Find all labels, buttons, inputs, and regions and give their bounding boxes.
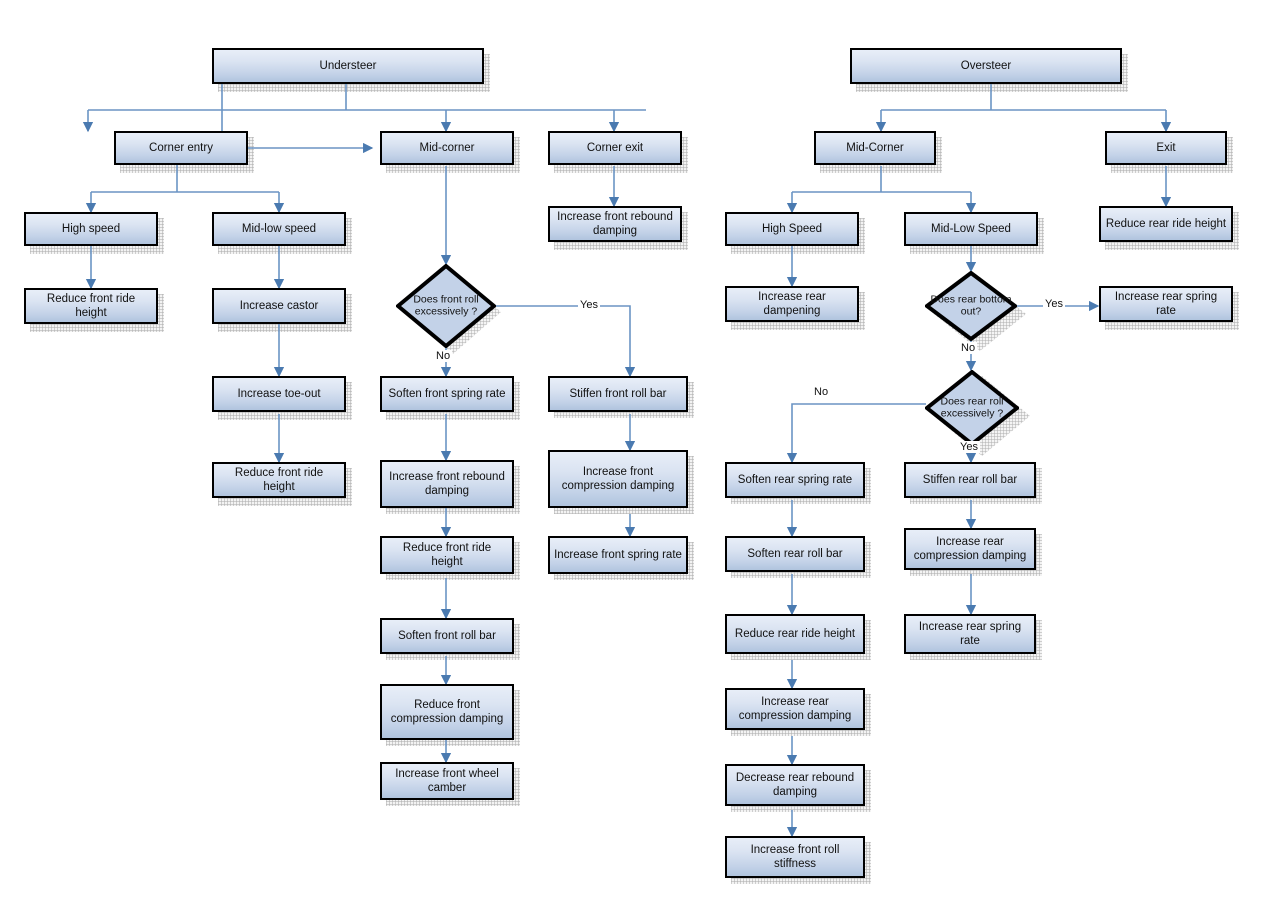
decision-rear-bottom-out[interactable]: Does rear bottom out? bbox=[925, 271, 1017, 341]
node-label: Increase rear spring rate bbox=[918, 620, 1022, 647]
diamond-shape bbox=[396, 264, 496, 348]
node-label: Increase front rebound damping bbox=[389, 470, 505, 497]
node-label: Corner exit bbox=[586, 141, 644, 154]
node-label: Corner entry bbox=[149, 141, 213, 154]
node-reduce-front-ride-height-2[interactable]: Reduce front ride height bbox=[212, 462, 346, 498]
node-high-speed[interactable]: High speed bbox=[24, 212, 158, 246]
decision-rear-roll[interactable]: Does rear roll excessively ? bbox=[925, 370, 1019, 446]
node-increase-rear-compression-damping-2[interactable]: Increase rear compression damping bbox=[904, 528, 1036, 570]
node-oversteer[interactable]: Oversteer bbox=[850, 48, 1122, 84]
node-increase-rear-spring-rate-2[interactable]: Increase rear spring rate bbox=[904, 614, 1036, 654]
node-label: Soften rear spring rate bbox=[737, 473, 853, 486]
node-label: Increase rear dampening bbox=[758, 290, 826, 317]
node-reduce-front-ride-height-3[interactable]: Reduce front ride height bbox=[380, 536, 514, 574]
node-label: Stiffen rear roll bar bbox=[922, 473, 1018, 486]
edge-label-yes: Yes bbox=[958, 441, 980, 453]
diamond-shape bbox=[925, 271, 1017, 341]
edge-label-no: No bbox=[434, 350, 453, 362]
node-reduce-front-compression-damping[interactable]: Reduce front compression damping bbox=[380, 684, 514, 740]
node-label: Mid-corner bbox=[419, 141, 475, 154]
node-increase-rear-spring-rate-yes[interactable]: Increase rear spring rate bbox=[1099, 286, 1233, 322]
node-soften-rear-roll-bar[interactable]: Soften rear roll bar bbox=[725, 536, 865, 572]
node-increase-front-rebound-damping-exit[interactable]: Increase front rebound damping bbox=[548, 206, 682, 242]
node-label: Soften front roll bar bbox=[398, 629, 496, 642]
node-label: Reduce front ride height bbox=[46, 292, 136, 319]
node-corner-entry[interactable]: Corner entry bbox=[114, 131, 248, 165]
node-label: Increase front roll stiffness bbox=[750, 843, 840, 870]
edge-label-yes: Yes bbox=[1043, 298, 1065, 310]
node-label: Exit bbox=[1156, 141, 1176, 154]
node-label: Reduce front ride height bbox=[234, 466, 324, 493]
node-stiffen-front-roll-bar[interactable]: Stiffen front roll bar bbox=[548, 376, 688, 412]
node-label: Mid-Corner bbox=[846, 141, 904, 154]
node-increase-front-wheel-camber[interactable]: Increase front wheel camber bbox=[380, 762, 514, 800]
node-soften-rear-spring-rate[interactable]: Soften rear spring rate bbox=[725, 462, 865, 498]
node-mid-corner[interactable]: Mid-corner bbox=[380, 131, 514, 165]
node-increase-castor[interactable]: Increase castor bbox=[212, 288, 346, 324]
node-reduce-rear-ride-height-exit[interactable]: Reduce rear ride height bbox=[1099, 206, 1233, 242]
node-increase-front-compression-damping[interactable]: Increase front compression damping bbox=[548, 450, 688, 508]
edge-label-yes: Yes bbox=[578, 299, 600, 311]
decision-front-roll[interactable]: Does front roll excessively ? bbox=[396, 264, 496, 348]
node-label: Increase front spring rate bbox=[554, 548, 682, 561]
node-label: High speed bbox=[61, 222, 121, 235]
node-high-speed-oversteer[interactable]: High Speed bbox=[725, 212, 859, 246]
node-label: Reduce front ride height bbox=[402, 541, 492, 568]
node-increase-front-rebound-damping[interactable]: Increase front rebound damping bbox=[380, 460, 514, 508]
node-label: Increase front rebound damping bbox=[557, 210, 673, 237]
node-label: Increase rear compression damping bbox=[738, 695, 852, 722]
node-mid-low-speed-oversteer[interactable]: Mid-Low Speed bbox=[904, 212, 1038, 246]
node-label: Stiffen front roll bar bbox=[569, 387, 667, 400]
node-decrease-rear-rebound-damping[interactable]: Decrease rear rebound damping bbox=[725, 764, 865, 806]
node-label: Soften rear roll bar bbox=[747, 547, 843, 560]
node-label: High Speed bbox=[761, 222, 823, 235]
node-reduce-front-ride-height-1[interactable]: Reduce front ride height bbox=[24, 288, 158, 324]
node-corner-exit[interactable]: Corner exit bbox=[548, 131, 682, 165]
edge-label-no: No bbox=[812, 386, 831, 398]
node-label: Understeer bbox=[319, 59, 377, 72]
node-understeer[interactable]: Understeer bbox=[212, 48, 484, 84]
edge-label-no: No bbox=[959, 342, 978, 354]
node-stiffen-rear-roll-bar[interactable]: Stiffen rear roll bar bbox=[904, 462, 1036, 498]
node-label: Increase toe-out bbox=[237, 387, 321, 400]
node-label: Increase front wheel camber bbox=[395, 767, 499, 794]
node-label: Decrease rear rebound damping bbox=[735, 771, 855, 798]
node-label: Mid-Low Speed bbox=[931, 222, 1011, 235]
flowchart-canvas: Understeer Corner entry Mid-corner Corne… bbox=[0, 0, 1276, 909]
node-label: Mid-low speed bbox=[241, 222, 317, 235]
diamond-shape bbox=[925, 370, 1019, 446]
node-increase-toe-out[interactable]: Increase toe-out bbox=[212, 376, 346, 412]
node-increase-rear-dampening[interactable]: Increase rear dampening bbox=[725, 286, 859, 322]
node-mid-corner-oversteer[interactable]: Mid-Corner bbox=[814, 131, 936, 165]
node-reduce-rear-ride-height[interactable]: Reduce rear ride height bbox=[725, 614, 865, 654]
node-increase-front-spring-rate[interactable]: Increase front spring rate bbox=[548, 536, 688, 574]
node-label: Oversteer bbox=[960, 59, 1012, 72]
node-label: Reduce rear ride height bbox=[734, 627, 856, 640]
node-label: Reduce front compression damping bbox=[390, 698, 504, 725]
node-soften-front-spring-rate[interactable]: Soften front spring rate bbox=[380, 376, 514, 412]
node-label: Increase castor bbox=[239, 299, 319, 312]
node-label: Increase rear compression damping bbox=[913, 535, 1027, 562]
node-label: Soften front spring rate bbox=[388, 387, 506, 400]
node-soften-front-roll-bar[interactable]: Soften front roll bar bbox=[380, 618, 514, 654]
node-exit-oversteer[interactable]: Exit bbox=[1105, 131, 1227, 165]
node-increase-rear-compression-damping[interactable]: Increase rear compression damping bbox=[725, 688, 865, 730]
node-label: Reduce rear ride height bbox=[1105, 217, 1227, 230]
node-label: Increase rear spring rate bbox=[1114, 290, 1218, 317]
node-label: Increase front compression damping bbox=[561, 465, 675, 492]
node-mid-low-speed[interactable]: Mid-low speed bbox=[212, 212, 346, 246]
node-increase-front-roll-stiffness[interactable]: Increase front roll stiffness bbox=[725, 836, 865, 878]
